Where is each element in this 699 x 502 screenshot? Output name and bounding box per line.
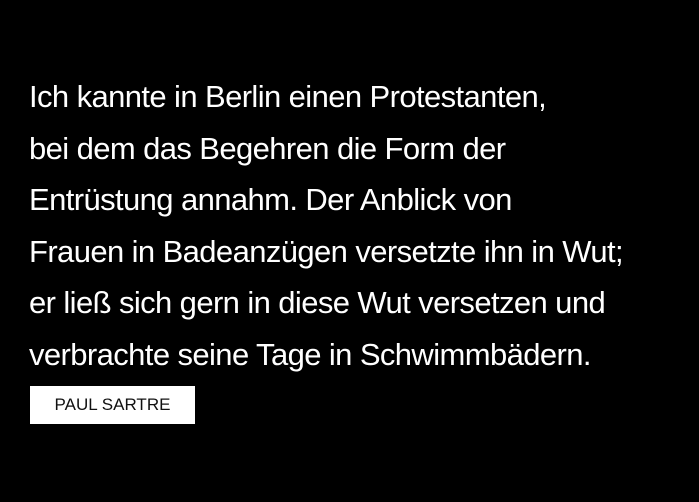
quote-card: Ich kannte in Berlin einen Protestanten,…	[0, 0, 699, 502]
quote-line: Frauen in Badeanzügen versetzte ihn in W…	[29, 233, 624, 269]
author-name: PAUL SARTRE	[54, 395, 171, 414]
quote-text: Ich kannte in Berlin einen Protestanten,…	[29, 71, 699, 380]
author-label: PAUL SARTRE	[30, 386, 195, 424]
quote-line: verbrachte seine Tage in Schwimmbädern.	[29, 336, 592, 372]
quote-line: er ließ sich gern in diese Wut versetzen…	[29, 285, 606, 320]
quote-line: Ich kannte in Berlin einen Protestanten,	[29, 79, 547, 114]
quote-line: Entrüstung annahm. Der Anblick von	[29, 182, 512, 217]
quote-line: bei dem das Begehren die Form der	[29, 130, 506, 166]
